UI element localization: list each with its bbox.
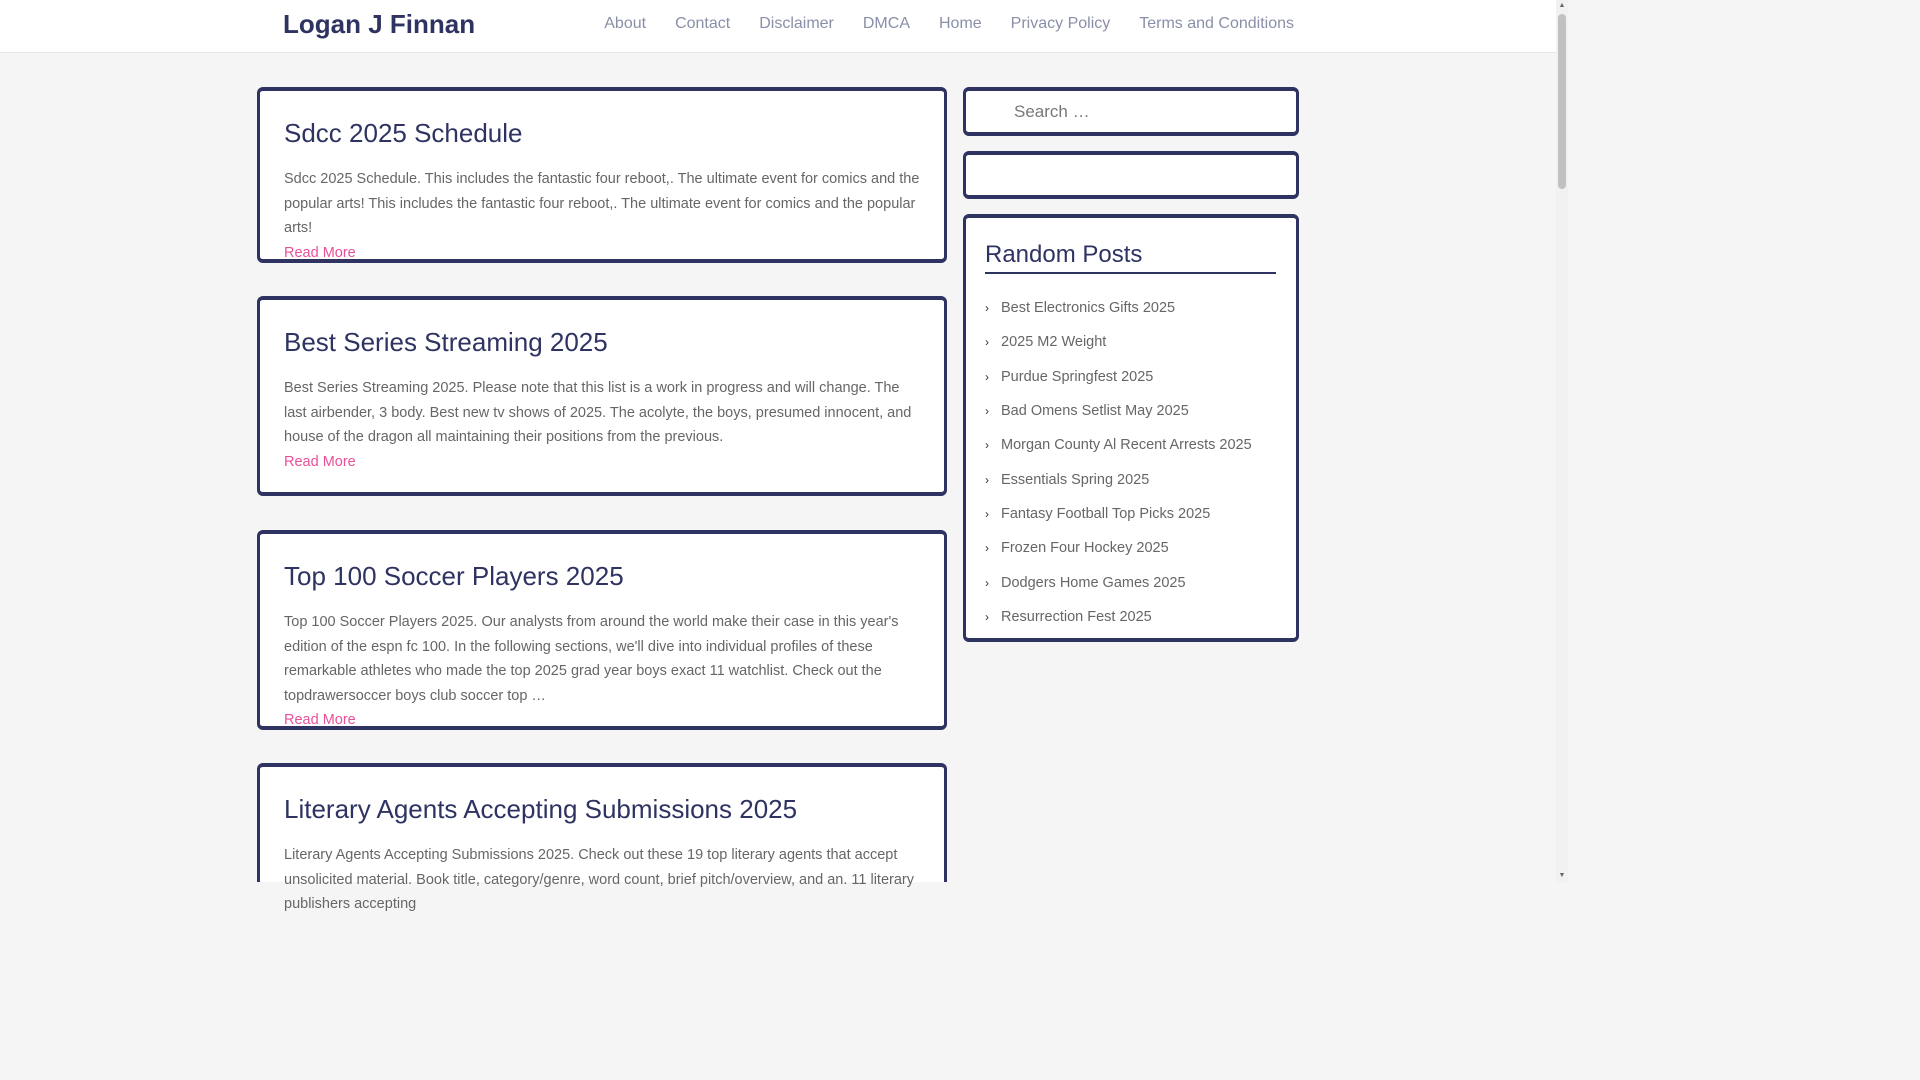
random-post-link[interactable]: Purdue Springfest 2025	[1001, 369, 1153, 385]
nav-home[interactable]: Home	[939, 14, 982, 34]
nav-disclaimer[interactable]: Disclaimer	[759, 14, 834, 34]
site-title[interactable]: Logan J Finnan	[283, 9, 475, 39]
chevron-right-icon: ›	[985, 472, 989, 487]
empty-widget	[963, 151, 1299, 199]
list-item: › Morgan County Al Recent Arrests 2025	[985, 428, 1276, 462]
chevron-right-icon: ›	[985, 609, 989, 624]
post-title[interactable]: Best Series Streaming 2025	[284, 326, 920, 358]
list-item: › Purdue Springfest 2025	[985, 360, 1276, 394]
random-posts-widget: Random Posts › Best Electronics Gifts 202…	[963, 214, 1299, 642]
nav-contact[interactable]: Contact	[675, 14, 730, 34]
arrow-up-icon[interactable]: ▲	[1556, 0, 1568, 12]
chevron-right-icon: ›	[985, 335, 989, 350]
chevron-right-icon: ›	[985, 506, 989, 521]
chevron-right-icon: ›	[985, 369, 989, 384]
random-post-link[interactable]: Fantasy Football Top Picks 2025	[1001, 506, 1210, 522]
site-header: Logan J Finnan About Contact Disclaimer …	[0, 0, 1556, 53]
chevron-right-icon: ›	[985, 301, 989, 316]
chevron-right-icon: ›	[985, 575, 989, 590]
random-post-link[interactable]: Dodgers Home Games 2025	[1001, 575, 1186, 591]
chevron-right-icon: ›	[985, 541, 989, 556]
main-nav: About Contact Disclaimer DMCA Home Priva…	[575, 14, 1294, 34]
random-post-link[interactable]: Bad Omens Setlist May 2025	[1001, 403, 1189, 419]
list-item: › Frozen Four Hockey 2025	[985, 531, 1276, 565]
chevron-right-icon: ›	[985, 404, 989, 419]
scrollbar-thumb[interactable]	[1558, 14, 1566, 189]
page-scrollbar[interactable]: ▲ ▼	[1556, 0, 1568, 882]
post-excerpt: Best Series Streaming 2025. Please note …	[284, 380, 912, 445]
search-input[interactable]	[1014, 102, 1274, 122]
read-more-link[interactable]: Read More	[284, 241, 920, 266]
random-post-link[interactable]: 2025 M2 Weight	[1001, 334, 1106, 350]
random-post-link[interactable]: Best Electronics Gifts 2025	[1001, 300, 1175, 316]
nav-privacy-policy[interactable]: Privacy Policy	[1011, 14, 1111, 34]
random-posts-title: Random Posts	[985, 240, 1276, 274]
post-title[interactable]: Top 100 Soccer Players 2025	[284, 560, 920, 592]
list-item: › Bad Omens Setlist May 2025	[985, 394, 1276, 428]
list-item: › Fantasy Football Top Picks 2025	[985, 497, 1276, 531]
random-post-link[interactable]: Morgan County Al Recent Arrests 2025	[1001, 437, 1252, 453]
read-more-link[interactable]: Read More	[284, 450, 920, 475]
post-card: Sdcc 2025 Schedule Sdcc 2025 Schedule. T…	[257, 87, 947, 263]
read-more-link[interactable]: Read More	[284, 708, 920, 733]
random-posts-list: › Best Electronics Gifts 2025 › 2025 M2 We…	[985, 291, 1276, 634]
arrow-down-icon[interactable]: ▼	[1556, 870, 1568, 882]
post-excerpt: Sdcc 2025 Schedule. This includes the fa…	[284, 171, 920, 236]
nav-terms-and-conditions[interactable]: Terms and Conditions	[1139, 14, 1294, 34]
list-item: › Resurrection Fest 2025	[985, 600, 1276, 634]
post-card: Best Series Streaming 2025 Best Series S…	[257, 296, 947, 496]
list-item: › Best Electronics Gifts 2025	[985, 291, 1276, 325]
chevron-right-icon: ›	[985, 438, 989, 453]
list-item: › 2025 M2 Weight	[985, 325, 1276, 359]
post-excerpt: Literary Agents Accepting Submissions 20…	[284, 847, 914, 912]
random-post-link[interactable]: Essentials Spring 2025	[1001, 472, 1149, 488]
post-title[interactable]: Literary Agents Accepting Submissions 20…	[284, 793, 920, 825]
post-card: Top 100 Soccer Players 2025 Top 100 Socc…	[257, 530, 947, 730]
post-title[interactable]: Sdcc 2025 Schedule	[284, 117, 920, 149]
post-card: Literary Agents Accepting Submissions 20…	[257, 763, 947, 912]
nav-about[interactable]: About	[604, 14, 646, 34]
search-widget	[963, 87, 1299, 136]
list-item: › Essentials Spring 2025	[985, 462, 1276, 496]
list-item: › Dodgers Home Games 2025	[985, 565, 1276, 599]
post-excerpt: Top 100 Soccer Players 2025. Our analyst…	[284, 614, 899, 704]
random-post-link[interactable]: Frozen Four Hockey 2025	[1001, 540, 1169, 556]
random-post-link[interactable]: Resurrection Fest 2025	[1001, 609, 1152, 625]
nav-dmca[interactable]: DMCA	[863, 14, 910, 34]
